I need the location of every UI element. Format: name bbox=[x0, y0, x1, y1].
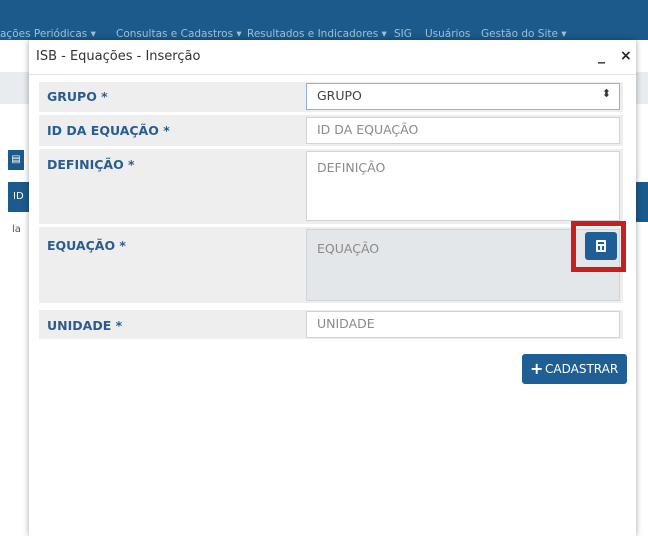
close-icon[interactable]: × bbox=[620, 48, 632, 64]
nav-item-resultados-indicadores[interactable]: Resultados e Indicadores ▾ bbox=[247, 28, 387, 40]
insert-equation-dialog: ISB - Equações - Inserção _ × GRUPO * GR… bbox=[29, 40, 636, 536]
dialog-header: ISB - Equações - Inserção _ × bbox=[29, 40, 636, 75]
grupo-label: GRUPO * bbox=[47, 89, 108, 104]
definicao-textarea[interactable]: DEFINIÇÃO bbox=[306, 151, 620, 221]
nav-item-usuarios[interactable]: Usuários bbox=[425, 28, 470, 40]
grupo-select-value: GRUPO bbox=[317, 88, 362, 103]
unidade-input[interactable]: UNIDADE bbox=[306, 311, 620, 338]
form-row-equacao: EQUAÇÃO * EQUAÇÃO bbox=[39, 227, 623, 303]
form-row-unidade: UNIDADE * UNIDADE bbox=[39, 310, 623, 339]
nav-item-gestao-site[interactable]: Gestão do Site ▾ bbox=[481, 28, 567, 40]
id-equacao-input[interactable]: ID DA EQUAÇÃO bbox=[306, 117, 620, 144]
form-row-definicao: DEFINIÇÃO * DEFINIÇÃO bbox=[39, 149, 623, 224]
grupo-select[interactable]: GRUPO ⬍ bbox=[306, 83, 620, 110]
background-row-text: la bbox=[12, 224, 21, 235]
form-row-id-equacao: ID DA EQUAÇÃO * ID DA EQUAÇÃO bbox=[39, 115, 623, 146]
dialog-title: ISB - Equações - Inserção bbox=[36, 49, 201, 64]
equacao-label: EQUAÇÃO * bbox=[47, 238, 126, 253]
background-top-nav: ações Periódicas ▾ Consultas e Cadastros… bbox=[0, 0, 648, 40]
nav-item-consultas-cadastros[interactable]: Consultas e Cadastros ▾ bbox=[116, 28, 242, 40]
id-equacao-label: ID DA EQUAÇÃO * bbox=[47, 123, 170, 138]
form-row-grupo: GRUPO * GRUPO ⬍ bbox=[39, 82, 623, 112]
minimize-icon[interactable]: _ bbox=[598, 48, 605, 64]
cadastrar-button[interactable]: + CADASTRAR bbox=[522, 354, 627, 384]
nav-item-acoes-periodicas[interactable]: ações Periódicas ▾ bbox=[0, 28, 96, 40]
definicao-label: DEFINIÇÃO * bbox=[47, 157, 135, 172]
select-arrows-icon: ⬍ bbox=[601, 87, 611, 100]
pdf-icon[interactable]: ▤ bbox=[8, 150, 24, 170]
calculator-button[interactable] bbox=[585, 232, 617, 260]
calculator-icon bbox=[596, 240, 606, 252]
unidade-label: UNIDADE * bbox=[47, 318, 123, 333]
plus-icon: + bbox=[530, 359, 544, 378]
cadastrar-label: CADASTRAR bbox=[545, 362, 619, 376]
nav-item-sig[interactable]: SIG bbox=[394, 28, 412, 40]
